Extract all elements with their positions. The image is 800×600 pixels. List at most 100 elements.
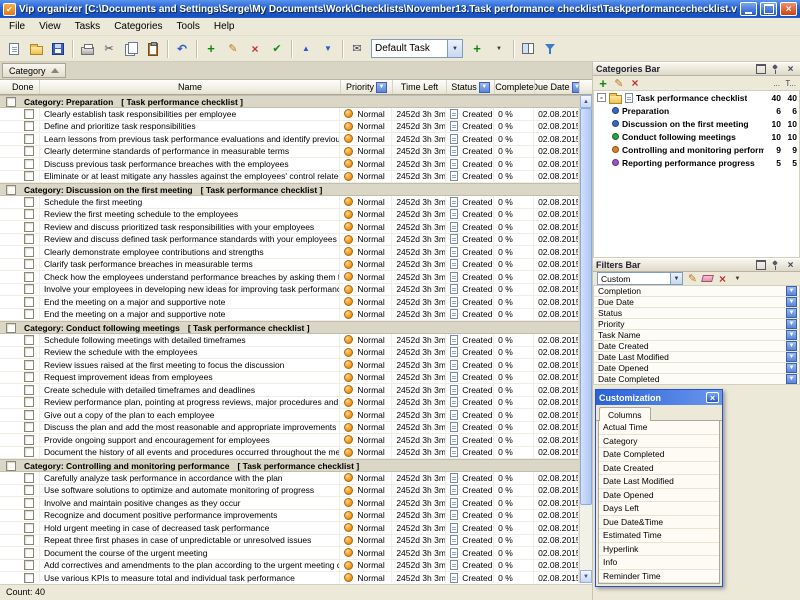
- scroll-up-icon[interactable]: [580, 95, 592, 108]
- task-checkbox[interactable]: [24, 573, 34, 583]
- filter-field-row[interactable]: Date Opened: [594, 363, 799, 374]
- filter-field-row[interactable]: Status: [594, 308, 799, 319]
- task-row[interactable]: Clearly demonstrate employee contributio…: [0, 246, 579, 259]
- filter-field-row[interactable]: Date Last Modified: [594, 352, 799, 363]
- column-list-item[interactable]: Hyperlink: [599, 543, 719, 557]
- filter-field-row[interactable]: Date Created: [594, 341, 799, 352]
- paste-button[interactable]: [142, 38, 164, 60]
- task-row[interactable]: Repeat three first phases in case of unp…: [0, 535, 579, 548]
- menu-tasks[interactable]: Tasks: [68, 19, 108, 34]
- scrollbar-thumb[interactable]: [580, 108, 592, 505]
- clear-filter-button[interactable]: [700, 272, 715, 285]
- delete-category-button[interactable]: [627, 76, 643, 90]
- task-checkbox[interactable]: [24, 259, 34, 269]
- move-down-button[interactable]: [317, 38, 339, 60]
- delete-filter-button[interactable]: [715, 272, 730, 285]
- cut-button[interactable]: [98, 38, 120, 60]
- task-row[interactable]: Discuss the plan and add the most reason…: [0, 422, 579, 435]
- task-checkbox[interactable]: [24, 360, 34, 370]
- send-email-button[interactable]: [346, 38, 368, 60]
- task-row[interactable]: Document the history of all events and p…: [0, 447, 579, 460]
- task-checkbox[interactable]: [24, 146, 34, 156]
- delete-task-button[interactable]: [244, 38, 266, 60]
- categories-bar-toggle-button[interactable]: [517, 38, 539, 60]
- filter-dropdown-icon[interactable]: [786, 330, 797, 340]
- task-checkbox[interactable]: [24, 335, 34, 345]
- column-header-due-date[interactable]: Due Date: [535, 80, 580, 94]
- column-list-item[interactable]: Days Left: [599, 502, 719, 516]
- complete-task-button[interactable]: [266, 38, 288, 60]
- customization-panel[interactable]: Customization Columns Actual TimeCategor…: [595, 389, 723, 587]
- filter-dropdown-icon[interactable]: [376, 82, 387, 93]
- collapse-icon[interactable]: [597, 93, 606, 102]
- add-task-button[interactable]: [200, 38, 222, 60]
- tree-item[interactable]: Conduct following meetings1010: [594, 130, 799, 143]
- column-list-item[interactable]: Date Completed: [599, 448, 719, 462]
- task-checkbox[interactable]: [24, 197, 34, 207]
- undo-button[interactable]: [171, 38, 193, 60]
- task-row[interactable]: Involve and maintain positive changes as…: [0, 497, 579, 510]
- tab-columns[interactable]: Columns: [599, 407, 651, 421]
- float-panel-icon[interactable]: [754, 259, 767, 271]
- task-row[interactable]: Request improvement ideas from employees…: [0, 372, 579, 385]
- group-by-category-chip[interactable]: Category: [2, 63, 66, 78]
- column-list-item[interactable]: Date Last Modified: [599, 475, 719, 489]
- filter-field-row[interactable]: Priority: [594, 319, 799, 330]
- menu-file[interactable]: File: [2, 19, 32, 34]
- pin-icon[interactable]: [769, 63, 782, 75]
- task-row[interactable]: Clearly establish task responsibilities …: [0, 108, 579, 121]
- task-checkbox[interactable]: [24, 297, 34, 307]
- print-button[interactable]: [76, 38, 98, 60]
- save-button[interactable]: [47, 38, 69, 60]
- task-row[interactable]: Use software solutions to optimize and a…: [0, 485, 579, 498]
- column-list-item[interactable]: Category: [599, 435, 719, 449]
- column-list-item[interactable]: Reminder Time: [599, 570, 719, 584]
- filter-field-row[interactable]: Completion: [594, 286, 799, 297]
- column-header-status[interactable]: Status: [447, 80, 495, 94]
- tree-root[interactable]: Task performance checklist4040: [594, 91, 799, 104]
- task-checkbox[interactable]: [24, 523, 34, 533]
- column-list-item[interactable]: Due Date&Time: [599, 516, 719, 530]
- filter-preset-combo[interactable]: Custom: [597, 272, 683, 285]
- menu-tools[interactable]: Tools: [170, 19, 207, 34]
- categories-bar-header[interactable]: Categories Bar: [593, 62, 800, 76]
- filter-dropdown-icon[interactable]: [786, 319, 797, 329]
- task-checkbox[interactable]: [24, 510, 34, 520]
- category-row[interactable]: Category: Controlling and monitoring per…: [0, 459, 579, 472]
- task-row[interactable]: Review the first meeting schedule to the…: [0, 209, 579, 222]
- category-row[interactable]: Category: Discussion on the first meetin…: [0, 183, 579, 196]
- close-icon[interactable]: [784, 63, 797, 75]
- task-checkbox[interactable]: [24, 309, 34, 319]
- pin-icon[interactable]: [769, 259, 782, 271]
- task-checkbox[interactable]: [24, 109, 34, 119]
- minimize-button[interactable]: [740, 2, 757, 16]
- filter-dropdown-icon[interactable]: [786, 363, 797, 373]
- tree-item[interactable]: Preparation66: [594, 104, 799, 117]
- default-task-combo[interactable]: Default Task: [371, 39, 463, 58]
- title-bar[interactable]: Vip organizer [C:\Documents and Settings…: [0, 0, 800, 18]
- column-header-name[interactable]: Name: [40, 80, 341, 94]
- filter-dropdown-icon[interactable]: [786, 308, 797, 318]
- task-row[interactable]: Review issues raised at the first meetin…: [0, 359, 579, 372]
- task-row[interactable]: Carefully analyze task performance in ac…: [0, 472, 579, 485]
- task-row[interactable]: End the meeting on a major and supportiv…: [0, 309, 579, 322]
- vertical-scrollbar[interactable]: [579, 95, 592, 583]
- customization-titlebar[interactable]: Customization: [596, 390, 722, 405]
- task-checkbox[interactable]: [24, 247, 34, 257]
- task-row[interactable]: Check how the employees understand perfo…: [0, 271, 579, 284]
- task-checkbox[interactable]: [24, 159, 34, 169]
- task-row[interactable]: Document the course of the urgent meetin…: [0, 547, 579, 560]
- chevron-down-icon[interactable]: [670, 273, 682, 284]
- category-checkbox[interactable]: [6, 97, 16, 107]
- column-list-item[interactable]: Date Created: [599, 462, 719, 476]
- column-list-item[interactable]: Info: [599, 556, 719, 570]
- task-row[interactable]: Give out a copy of the plan to each empl…: [0, 409, 579, 422]
- column-header-complete[interactable]: Complete: [495, 80, 535, 94]
- task-checkbox[interactable]: [24, 234, 34, 244]
- task-checkbox[interactable]: [24, 548, 34, 558]
- task-row[interactable]: Create schedule with detailed timeframes…: [0, 384, 579, 397]
- task-row[interactable]: Clarify task performance breaches in mea…: [0, 259, 579, 272]
- task-checkbox[interactable]: [24, 272, 34, 282]
- close-icon[interactable]: [784, 259, 797, 271]
- task-checkbox[interactable]: [24, 422, 34, 432]
